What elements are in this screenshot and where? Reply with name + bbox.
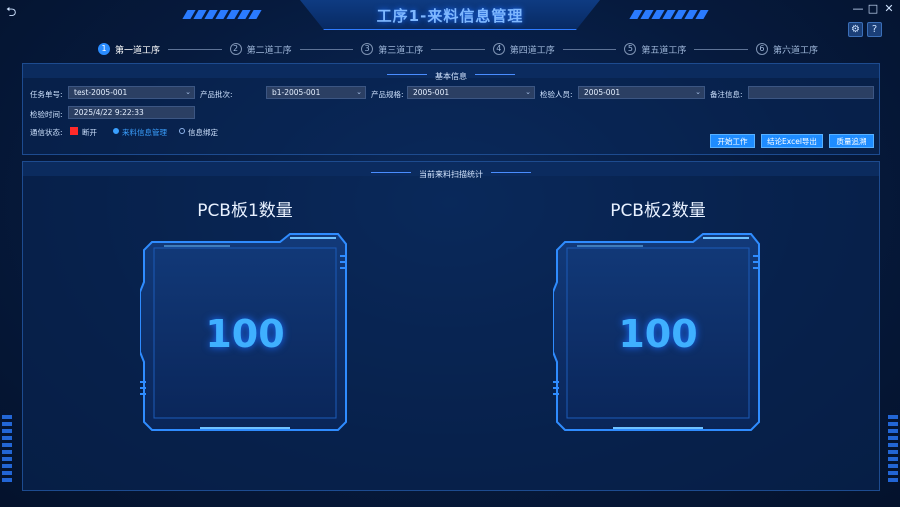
chevron-down-icon: ⌄ xyxy=(185,88,191,96)
step-4[interactable]: 4 第四道工序 xyxy=(492,43,555,56)
step-number: 6 xyxy=(755,43,768,55)
batch-label: 产品批次: xyxy=(200,90,233,99)
step-connector xyxy=(299,48,354,50)
pcb1-card: 100 xyxy=(140,232,350,432)
step-label: 第一道工序 xyxy=(115,45,161,56)
chevron-down-icon: ⌄ xyxy=(525,88,531,96)
pcb1-count: 100 xyxy=(205,312,285,356)
settings-button[interactable]: ⚙ xyxy=(848,22,863,37)
time-field[interactable]: 2025/4/22 9:22:33 xyxy=(68,106,195,119)
gear-icon: ⚙ xyxy=(851,24,860,35)
radio-material-info[interactable] xyxy=(113,128,119,134)
panel-title: 基本信息 xyxy=(435,72,467,81)
right-edge-decoration xyxy=(888,415,898,495)
batch-select[interactable]: b1-2005-001 ⌄ xyxy=(266,86,366,99)
process-steps: 1 第一道工序 2 第二道工序 3 第三道工序 4 第四道工序 5 第五道工序 … xyxy=(98,41,818,57)
pcb2-title: PCB板2数量 xyxy=(610,201,706,221)
step-1[interactable]: 1 第一道工序 xyxy=(98,43,160,56)
step-label: 第三道工序 xyxy=(378,45,424,56)
maximize-button[interactable]: □ xyxy=(866,2,880,16)
remark-input[interactable] xyxy=(748,86,874,99)
step-connector xyxy=(168,48,222,50)
step-connector xyxy=(562,48,617,50)
close-button[interactable]: ✕ xyxy=(882,2,896,16)
inspector-label: 检验人员: xyxy=(540,90,573,99)
radio-info-binding[interactable] xyxy=(179,128,185,134)
pcb1-title: PCB板1数量 xyxy=(197,201,293,221)
spec-label: 产品规格: xyxy=(371,90,404,99)
step-label: 第四道工序 xyxy=(509,45,555,56)
step-connector xyxy=(431,48,485,50)
pcb2-count: 100 xyxy=(618,312,698,356)
step-label: 第六道工序 xyxy=(772,45,818,56)
quality-trace-button[interactable]: 质量追溯 xyxy=(829,134,874,148)
title-decoration-right xyxy=(629,10,709,20)
spec-value: 2005-001 xyxy=(413,88,450,97)
comm-status-indicator xyxy=(70,127,78,135)
remark-label: 备注信息: xyxy=(710,90,743,99)
title-bar: ⮌ 工序1-来料信息管理 — □ ✕ ⚙ ? xyxy=(0,0,900,37)
step-label: 第五道工序 xyxy=(641,45,687,56)
help-button[interactable]: ? xyxy=(867,22,882,37)
export-excel-button[interactable]: 结论Excel导出 xyxy=(761,134,823,148)
task-no-select[interactable]: test-2005-001 ⌄ xyxy=(68,86,195,99)
inspector-select[interactable]: 2005-001 ⌄ xyxy=(578,86,705,99)
basic-info-panel: 基本信息 任务单号: test-2005-001 ⌄ 产品批次: b1-2005… xyxy=(22,63,880,155)
step-6[interactable]: 6 第六道工序 xyxy=(755,43,818,56)
step-label: 第二道工序 xyxy=(246,45,292,56)
scan-stats-header: 当前来料扫描统计 xyxy=(23,162,879,179)
chevron-down-icon: ⌄ xyxy=(356,88,362,96)
time-label: 检验时间: xyxy=(30,110,63,119)
radio-material-info-label[interactable]: 来料信息管理 xyxy=(122,127,167,138)
spec-select[interactable]: 2005-001 ⌄ xyxy=(407,86,535,99)
basic-info-header: 基本信息 xyxy=(23,64,879,81)
comm-status-text: 断开 xyxy=(82,128,97,137)
chevron-down-icon: ⌄ xyxy=(695,88,701,96)
start-work-button[interactable]: 开始工作 xyxy=(710,134,755,148)
task-no-label: 任务单号: xyxy=(30,90,63,99)
step-3[interactable]: 3 第三道工序 xyxy=(361,43,423,56)
step-5[interactable]: 5 第五道工序 xyxy=(624,43,686,56)
app-window: ⮌ 工序1-来料信息管理 — □ ✕ ⚙ ? 1 第一道工序 2 第二道工序 3… xyxy=(0,0,900,507)
step-number: 3 xyxy=(361,43,374,55)
radio-info-binding-label[interactable]: 信息绑定 xyxy=(188,127,218,138)
back-arrow-icon[interactable]: ⮌ xyxy=(6,3,16,25)
left-edge-decoration xyxy=(2,415,12,495)
step-2[interactable]: 2 第二道工序 xyxy=(229,43,292,56)
step-number: 4 xyxy=(492,43,505,55)
step-number: 2 xyxy=(229,43,242,55)
panel-title: 当前来料扫描统计 xyxy=(419,170,483,179)
step-number: 1 xyxy=(98,43,110,55)
window-title: 工序1-来料信息管理 xyxy=(376,7,524,25)
batch-value: b1-2005-001 xyxy=(272,88,321,97)
step-number: 5 xyxy=(624,43,637,55)
task-no-value: test-2005-001 xyxy=(74,88,128,97)
title-decoration-left xyxy=(182,10,262,20)
comm-label: 通信状态: xyxy=(30,128,63,137)
minimize-button[interactable]: — xyxy=(851,2,865,16)
pcb2-card: 100 xyxy=(553,232,763,432)
step-connector xyxy=(694,48,748,50)
inspector-value: 2005-001 xyxy=(584,88,621,97)
